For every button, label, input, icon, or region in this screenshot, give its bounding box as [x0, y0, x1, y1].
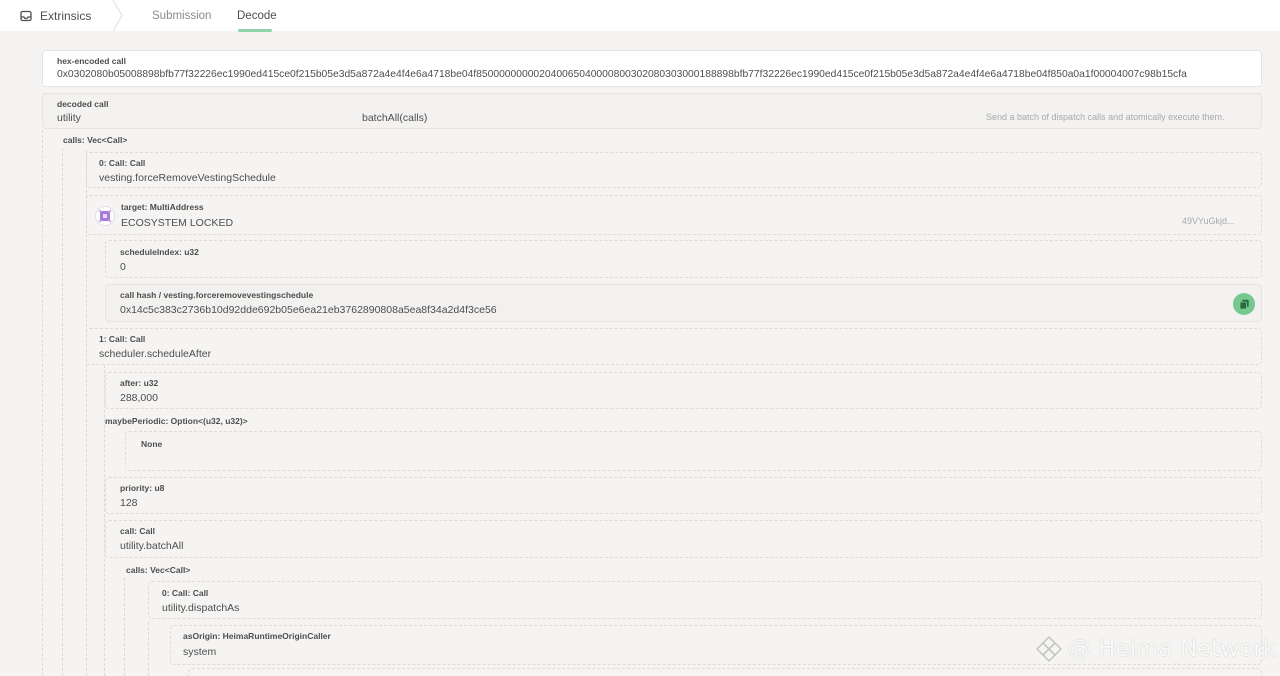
target-label: target: MultiAddress: [121, 202, 204, 212]
call-0-label: 0: Call: Call: [99, 158, 146, 168]
target-value[interactable]: ECOSYSTEM LOCKED: [121, 217, 233, 229]
call-1-box: [86, 328, 1262, 365]
hex-call-label: hex-encoded call: [57, 56, 126, 66]
active-tab-indicator: [238, 29, 272, 32]
maybe-periodic-box: [125, 431, 1262, 471]
as-origin-value[interactable]: system: [183, 646, 216, 658]
decoded-call-method[interactable]: batchAll(calls): [362, 112, 427, 124]
decoded-call-section[interactable]: utility: [57, 112, 81, 124]
calls-label: calls: Vec<Call>: [63, 135, 128, 145]
tree-guide-line: [124, 578, 125, 676]
inner-call-value[interactable]: utility.batchAll: [120, 540, 183, 552]
inner-call-0-value[interactable]: utility.dispatchAs: [162, 602, 239, 614]
inner-call-0-box: [148, 581, 1262, 619]
schedule-index-box: [105, 240, 1262, 278]
inner-call-box: [105, 520, 1262, 558]
top-navbar: Extrinsics Submission Decode: [0, 0, 1280, 32]
inner-call-label: call: Call: [120, 526, 155, 536]
inbox-icon: [20, 10, 32, 21]
hex-call-value[interactable]: 0x0302080b05008898bfb77f32226ec1990ed415…: [57, 69, 1253, 80]
heima-logo-icon: [1036, 636, 1062, 662]
nav-section-extrinsics[interactable]: Extrinsics: [0, 0, 122, 31]
priority-label: priority: u8: [120, 483, 165, 493]
call-hash-value[interactable]: 0x14c5c383c2736b10d92dde692b05e6ea21eb37…: [120, 304, 497, 316]
as-origin-label: asOrigin: HeimaRuntimeOriginCaller: [183, 631, 331, 641]
tree-guide-line: [104, 365, 105, 676]
identicon-avatar[interactable]: [95, 206, 115, 226]
nav-section-label: Extrinsics: [40, 8, 92, 23]
priority-box: [105, 477, 1262, 514]
priority-value[interactable]: 128: [120, 497, 138, 509]
maybe-periodic-value[interactable]: None: [141, 439, 162, 449]
target-box: [86, 195, 1262, 235]
call-1-label: 1: Call: Call: [99, 334, 146, 344]
copy-hash-button[interactable]: [1233, 293, 1255, 315]
tree-guide-line: [148, 622, 149, 676]
tab-decode[interactable]: Decode: [237, 0, 277, 31]
tree-guide-line: [42, 130, 43, 676]
schedule-index-value[interactable]: 0: [120, 261, 126, 273]
schedule-index-label: scheduleIndex: u32: [120, 247, 199, 257]
decoded-call-description: Send a batch of dispatch calls and atomi…: [986, 112, 1225, 122]
call-1-value[interactable]: scheduler.scheduleAfter: [99, 348, 211, 360]
after-value[interactable]: 288,000: [120, 392, 158, 404]
watermark: @ Heima Network: [1034, 634, 1276, 664]
after-label: after: u32: [120, 378, 159, 388]
call-0-value[interactable]: vesting.forceRemoveVestingSchedule: [99, 172, 276, 184]
target-short-address[interactable]: 49VYuGkjd...: [1182, 216, 1235, 226]
identicon-icon: [98, 209, 112, 223]
after-box: [105, 372, 1262, 409]
tree-guide-line: [62, 148, 63, 676]
decoded-call-box: [42, 93, 1262, 129]
maybe-periodic-label: maybePeriodic: Option<(u32, u32)>: [105, 416, 248, 426]
inner-calls-label: calls: Vec<Call>: [126, 565, 191, 575]
call-hash-label: call hash / vesting.forceremovevestingsc…: [120, 290, 314, 300]
decoded-call-label: decoded call: [57, 99, 109, 109]
nested-box-partial: [188, 668, 1262, 676]
inner-call-0-label: 0: Call: Call: [162, 588, 209, 598]
tab-submission[interactable]: Submission: [152, 0, 211, 31]
watermark-text: @ Heima Network: [1068, 636, 1276, 662]
breadcrumb-chevron-icon: [112, 0, 123, 31]
copy-icon: [1239, 299, 1249, 309]
